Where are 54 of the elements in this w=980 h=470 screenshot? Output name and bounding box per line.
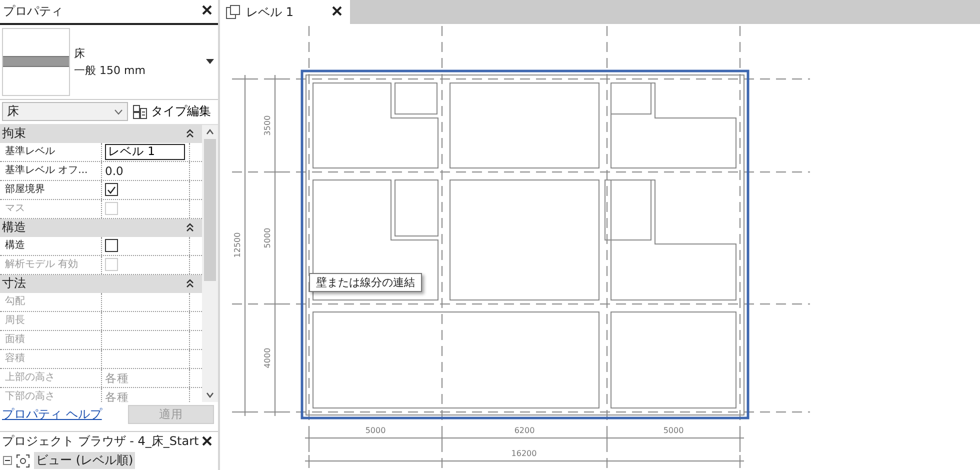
- property-group-header[interactable]: 寸法: [0, 274, 202, 293]
- collapse-icon[interactable]: [186, 129, 194, 138]
- property-input[interactable]: レベル 1: [105, 144, 185, 160]
- property-label: 解析モデル 有効: [0, 256, 102, 274]
- property-checkbox[interactable]: [105, 239, 118, 252]
- property-label: マス: [0, 200, 102, 218]
- dimension-label: 5000: [663, 426, 684, 435]
- dimension-label: 16200: [511, 449, 537, 458]
- type-selector[interactable]: 床 一般 150 mm: [0, 24, 218, 100]
- property-label: 下部の高さ: [0, 388, 102, 402]
- dropdown-icon: [206, 59, 214, 64]
- property-label: 基準レベル: [0, 142, 102, 161]
- view-tab[interactable]: レベル 1: [220, 0, 350, 24]
- property-group-header[interactable]: 拘束: [0, 124, 202, 143]
- tooltip: 壁または線分の連結: [309, 273, 422, 292]
- group-title: 寸法: [2, 275, 26, 292]
- dimension-label: 12500: [233, 232, 242, 258]
- property-group-header[interactable]: 構造: [0, 218, 202, 237]
- help-link[interactable]: プロパティ ヘルプ: [2, 406, 102, 423]
- category-dropdown[interactable]: 床: [2, 102, 128, 122]
- collapse-icon[interactable]: [186, 223, 194, 232]
- property-label: 容積: [0, 350, 102, 368]
- property-value: 各種: [102, 368, 190, 387]
- tree-item[interactable]: ビュー (レベル順): [34, 452, 136, 470]
- scrollbar[interactable]: [202, 124, 218, 402]
- edit-type-icon: [132, 104, 148, 120]
- group-title: 構造: [2, 219, 26, 236]
- property-label: 面積: [0, 330, 102, 349]
- collapse-icon[interactable]: [3, 456, 12, 466]
- property-label: 上部の高さ: [0, 368, 102, 387]
- collapse-icon[interactable]: [186, 279, 194, 288]
- dimension-label: 4000: [263, 348, 272, 368]
- property-label: 部屋境界: [0, 180, 102, 199]
- property-label: 基準レベル オフ...: [0, 162, 102, 180]
- type-name: 一般 150 mm: [74, 62, 146, 78]
- family-name: 床: [74, 46, 86, 61]
- scroll-down-icon[interactable]: [206, 392, 214, 398]
- dimension-label: 3500: [263, 115, 272, 136]
- property-label: 周長: [0, 312, 102, 330]
- panel-title: プロパティ: [3, 2, 63, 20]
- chevron-down-icon: [114, 108, 123, 115]
- property-label: 構造: [0, 236, 102, 255]
- dimension-label: 5000: [263, 228, 272, 248]
- property-checkbox[interactable]: [105, 183, 118, 196]
- panel-title: プロジェクト ブラウザ - 4_床_Start: [2, 433, 199, 450]
- dimension-label: 6200: [514, 426, 535, 435]
- floor-plan-icon: [226, 5, 240, 19]
- property-value: 0.0: [102, 162, 190, 180]
- dimension-label: 5000: [365, 426, 386, 435]
- group-title: 拘束: [2, 125, 26, 142]
- property-label: 勾配: [0, 292, 102, 311]
- edit-type-button[interactable]: タイプ編集: [132, 103, 211, 120]
- scroll-up-icon[interactable]: [206, 128, 214, 135]
- view-icon: [16, 454, 30, 468]
